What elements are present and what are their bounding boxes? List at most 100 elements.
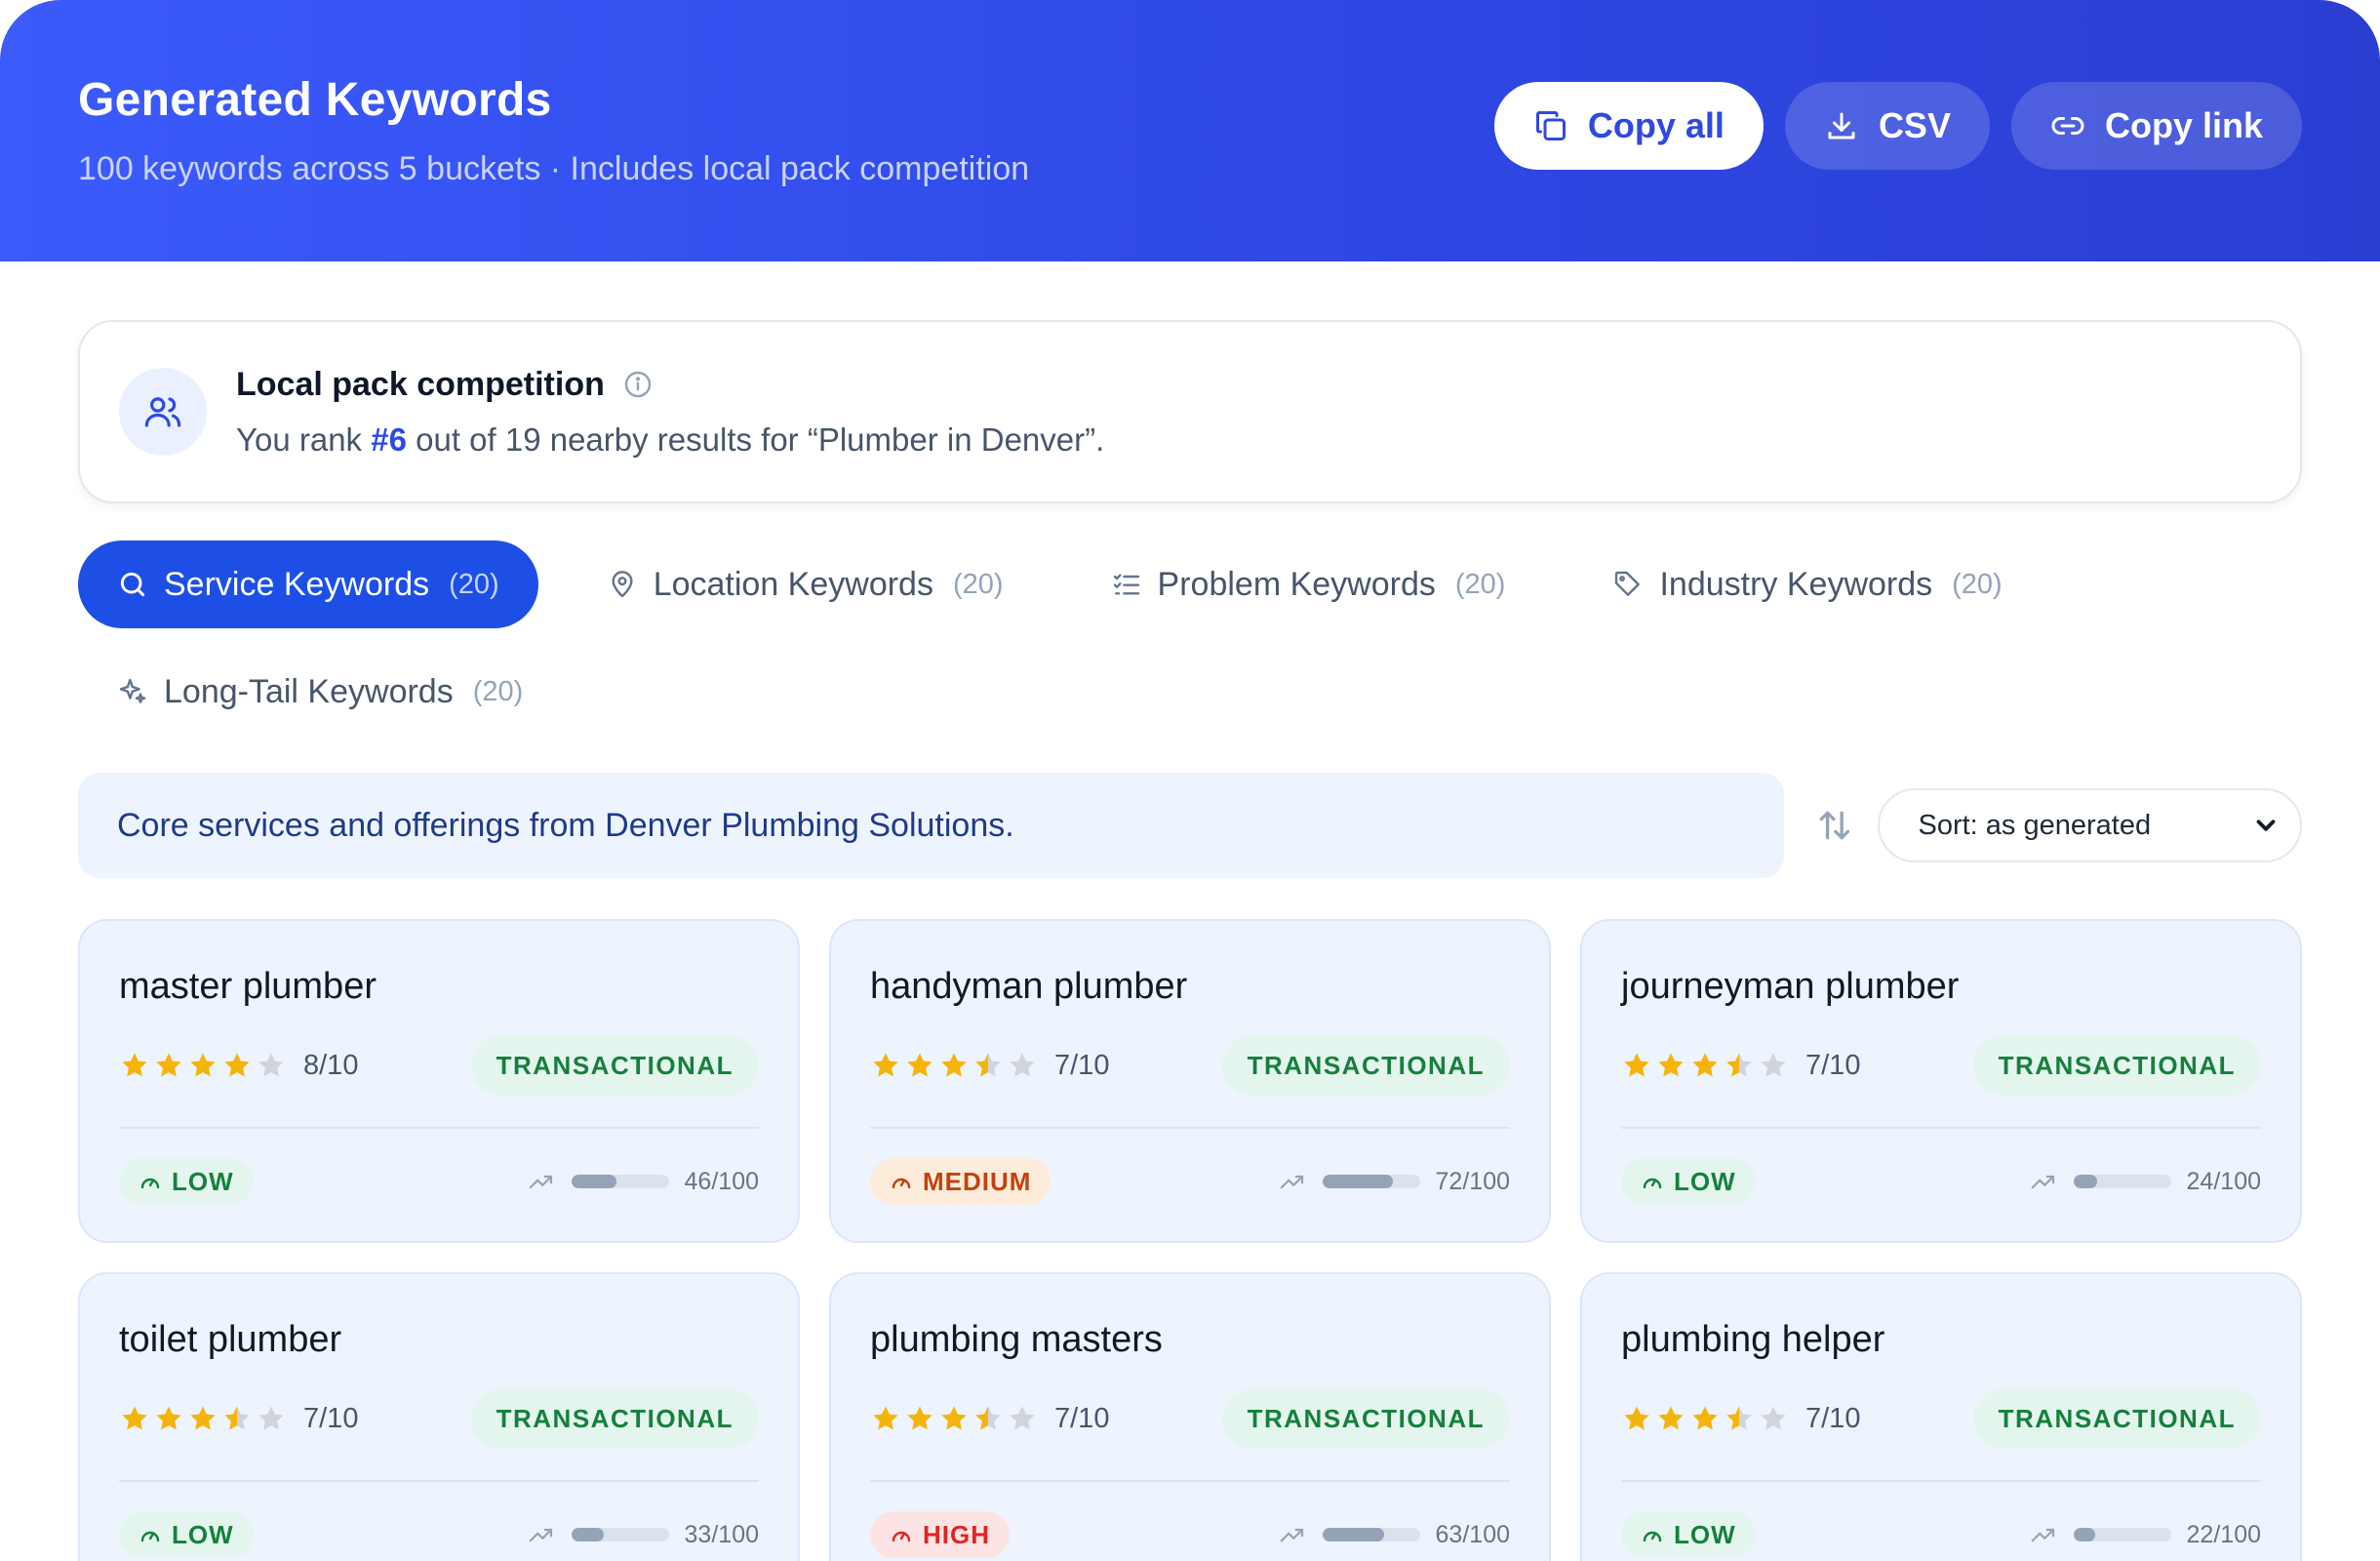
keyword-meta: 7/10 TRANSACTIONAL: [870, 1035, 1510, 1096]
tab-location-keywords[interactable]: Location Keywords (20): [568, 540, 1043, 628]
divider: [870, 1480, 1510, 1482]
volume-bar-fill: [571, 1175, 616, 1188]
volume-bar-fill: [1322, 1528, 1384, 1541]
tag-icon: [1615, 571, 1641, 596]
star-icon: [224, 1053, 250, 1077]
tab-industry-keywords[interactable]: Industry Keywords (20): [1573, 540, 2041, 628]
keyword-meta: 7/10 TRANSACTIONAL: [1621, 1035, 2261, 1096]
copy-all-button[interactable]: Copy all: [1493, 82, 1764, 170]
star-half-icon: [975, 1406, 1001, 1430]
sort-select[interactable]: Sort: as generated: [1877, 788, 2302, 862]
csv-label: CSV: [1878, 105, 1951, 145]
competition-label: LOW: [1674, 1166, 1736, 1196]
info-icon[interactable]: [622, 369, 654, 400]
tab-count: (20): [952, 568, 1004, 600]
search-volume: 46/100: [527, 1167, 759, 1196]
star-icon: [907, 1406, 932, 1430]
search-volume: 33/100: [527, 1520, 759, 1549]
rating-score: 7/10: [1805, 1402, 1861, 1434]
csv-button[interactable]: CSV: [1784, 82, 1990, 170]
map-pin-icon: [612, 571, 633, 598]
star-rating: 7/10: [870, 1050, 1109, 1082]
header-actions: Copy all CSV Copy link: [1493, 82, 2302, 170]
trending-up-icon: [1280, 1175, 1303, 1189]
rating-score: 7/10: [1805, 1049, 1861, 1081]
star-icon: [1692, 1053, 1718, 1077]
keyword-text: journeyman plumber: [1621, 966, 1960, 1007]
gauge-icon: [892, 1178, 911, 1189]
rating-score: 7/10: [303, 1402, 359, 1434]
star-rating: 7/10: [119, 1403, 358, 1435]
keyword-stats: LOW 22/100: [1621, 1511, 2261, 1558]
star-icon: [1658, 1053, 1684, 1077]
star-icon: [941, 1406, 967, 1430]
gauge-icon: [140, 1531, 160, 1542]
keyword-card[interactable]: journeyman plumber 7/10 TRANSACTIONAL LO…: [1580, 919, 2302, 1243]
divider: [1621, 1127, 2261, 1129]
volume-label: 33/100: [684, 1520, 759, 1548]
volume-label: 22/100: [2186, 1520, 2261, 1548]
keyword-meta: 8/10 TRANSACTIONAL: [119, 1035, 759, 1096]
volume-bar: [2073, 1175, 2171, 1188]
trending-up-icon: [529, 1175, 552, 1189]
tab-problem-keywords[interactable]: Problem Keywords (20): [1072, 540, 1545, 628]
intent-badge: TRANSACTIONAL: [1972, 1035, 2261, 1096]
header: Generated Keywords 100 keywords across 5…: [0, 0, 2380, 261]
keyword-card[interactable]: plumbing masters 7/10 TRANSACTIONAL HIGH…: [829, 1272, 1551, 1561]
tab-long-tail-keywords[interactable]: Long-Tail Keywords (20): [78, 648, 562, 736]
star-empty-icon: [1010, 1053, 1035, 1077]
star-empty-icon: [1761, 1053, 1786, 1077]
star-icon: [873, 1406, 898, 1430]
header-text: Generated Keywords 100 keywords across 5…: [78, 73, 1029, 188]
volume-bar: [571, 1528, 669, 1541]
tab-label: Problem Keywords: [1157, 565, 1436, 603]
volume-bar-fill: [1322, 1175, 1393, 1188]
keyword-text: toilet plumber: [119, 1319, 342, 1360]
gauge-icon: [140, 1178, 160, 1189]
volume-label: 24/100: [2186, 1167, 2261, 1195]
keyword-card[interactable]: toilet plumber 7/10 TRANSACTIONAL LOW 33…: [78, 1272, 800, 1561]
gauge-icon: [1643, 1531, 1662, 1542]
tab-service-keywords[interactable]: Service Keywords (20): [78, 540, 538, 628]
search-volume: 24/100: [2029, 1167, 2261, 1196]
star-icon: [907, 1053, 932, 1077]
rank-text-before: You rank: [236, 420, 372, 458]
tab-count: (20): [1952, 568, 2003, 600]
star-empty-icon: [1010, 1406, 1035, 1430]
competition-badge: LOW: [1621, 1511, 1756, 1558]
volume-bar: [1322, 1175, 1420, 1188]
keyword-stats: LOW 24/100: [1621, 1158, 2261, 1205]
volume-label: 72/100: [1435, 1167, 1510, 1195]
sort-arrows-icon: [1819, 811, 1849, 840]
keyword-card[interactable]: master plumber 8/10 TRANSACTIONAL LOW 46…: [78, 919, 800, 1243]
local-pack-title-row: Local pack competition: [236, 366, 1104, 404]
intent-badge: TRANSACTIONAL: [1972, 1388, 2261, 1449]
divider: [119, 1480, 759, 1482]
keyword-card[interactable]: plumbing helper 7/10 TRANSACTIONAL LOW 2…: [1580, 1272, 2302, 1561]
tab-count: (20): [1454, 568, 1506, 600]
tab-label: Service Keywords: [164, 565, 430, 603]
competition-badge: MEDIUM: [870, 1158, 1051, 1205]
download-icon: [1828, 112, 1855, 140]
star-rating: 7/10: [1621, 1050, 1860, 1082]
copy-link-button[interactable]: Copy link: [2010, 82, 2302, 170]
sort-selected-value: Sort: as generated: [1918, 809, 2152, 841]
star-empty-icon: [1761, 1406, 1786, 1430]
keyword-meta: 7/10 TRANSACTIONAL: [119, 1388, 759, 1449]
intent-badge: TRANSACTIONAL: [1221, 1035, 1510, 1096]
bucket-description: Core services and offerings from Denver …: [78, 773, 1784, 878]
intent-badge: TRANSACTIONAL: [1221, 1388, 1510, 1449]
divider: [1621, 1480, 2261, 1482]
keyword-text: plumbing helper: [1621, 1319, 1885, 1360]
star-half-icon: [1726, 1053, 1752, 1077]
star-half-icon: [975, 1053, 1001, 1077]
rank-value: #6: [371, 420, 407, 458]
competition-badge: HIGH: [870, 1511, 1010, 1558]
trending-up-icon: [529, 1528, 552, 1542]
rating-score: 7/10: [1054, 1402, 1110, 1434]
volume-bar-fill: [2073, 1528, 2095, 1541]
keyword-card[interactable]: handyman plumber 7/10 TRANSACTIONAL MEDI…: [829, 919, 1551, 1243]
competition-badge: LOW: [119, 1158, 254, 1205]
volume-bar: [2073, 1528, 2171, 1541]
page-subtitle: 100 keywords across 5 buckets · Includes…: [78, 150, 1030, 187]
